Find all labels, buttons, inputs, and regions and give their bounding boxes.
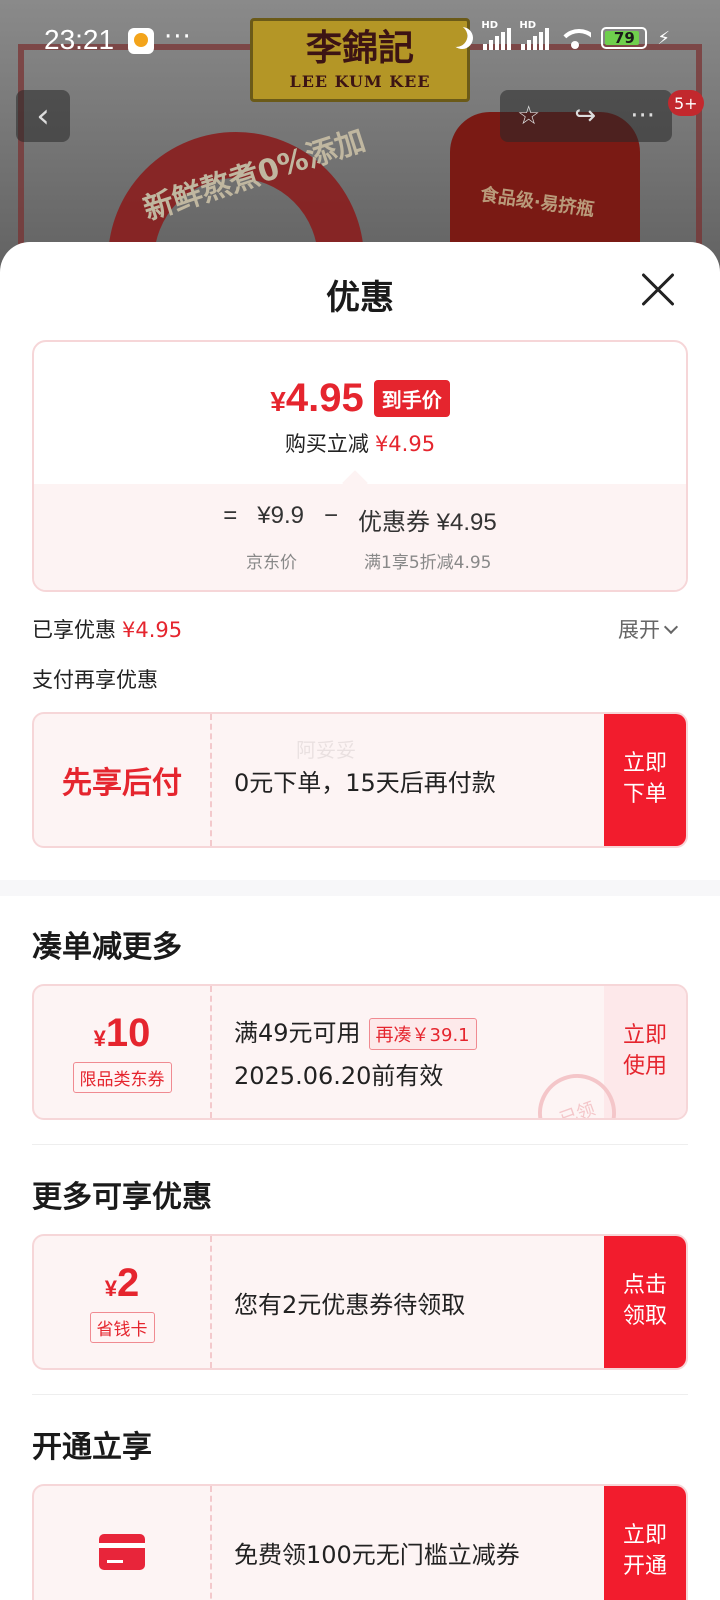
hd-label-2: HD bbox=[519, 20, 537, 31]
saver-card-offer: ¥2 省钱卡 您有2元优惠券待领取 点击 领取 bbox=[32, 1234, 688, 1370]
instant-reduction: 购买立减 ¥4.95 bbox=[284, 432, 436, 456]
price-formula: = ¥9.9 − 优惠券 ¥4.95 京东价 满1享5折减4.95 bbox=[34, 484, 686, 590]
final-price-tag: 到手价 bbox=[373, 380, 450, 417]
saver-card-tag: 省钱卡 bbox=[89, 1312, 155, 1343]
section-separator bbox=[0, 880, 720, 896]
do-not-disturb-icon bbox=[448, 24, 476, 52]
share-icon[interactable]: ↪ bbox=[574, 101, 596, 131]
coupon-type-tag: 限品类东券 bbox=[72, 1062, 172, 1093]
coupon-rule: 满1享5折减4.95 bbox=[364, 553, 492, 573]
equals-sign: = bbox=[223, 502, 238, 529]
coupon-discount: 优惠券 ¥4.95 bbox=[358, 509, 497, 536]
back-button[interactable]: ‹ bbox=[16, 90, 70, 142]
coupon-amount: ¥10 bbox=[93, 1011, 151, 1055]
enjoyed-discount: 已享优惠 ¥4.95 bbox=[32, 618, 183, 642]
activate-button[interactable]: 立即 开通 bbox=[604, 1486, 686, 1600]
message-badge: 5+ bbox=[668, 90, 704, 116]
saver-amount: ¥2 bbox=[104, 1261, 140, 1305]
add-more-tag: 再凑￥39.1 bbox=[368, 1018, 477, 1050]
close-icon[interactable] bbox=[640, 272, 676, 308]
more-notifications-icon: ··· bbox=[164, 22, 192, 52]
bnpl-offer: 先享后付 阿妥妥 0元下单，15天后再付款 立即 下单 bbox=[32, 712, 688, 848]
divider bbox=[32, 1144, 688, 1145]
bnpl-title: 先享后付 bbox=[62, 766, 182, 801]
activate-offer: 免费领100元无门槛立减券 立即 开通 bbox=[32, 1484, 688, 1600]
order-now-button[interactable]: 立即 下单 bbox=[604, 714, 686, 846]
clock: 23:21 bbox=[44, 24, 115, 55]
price-summary-card: ¥4.95 到手价 购买立减 ¥4.95 = ¥9.9 − 优惠券 ¥4.95 京… bbox=[32, 340, 688, 592]
battery-level: 79 bbox=[613, 29, 635, 47]
section-title-more: 更多可享优惠 bbox=[32, 1180, 212, 1215]
jd-price: ¥9.9 bbox=[257, 502, 304, 529]
wifi-icon bbox=[559, 27, 592, 49]
section-title-bundle: 凑单减更多 bbox=[32, 930, 182, 965]
final-price: ¥4.95 bbox=[270, 376, 364, 420]
activate-text: 免费领100元无门槛立减券 bbox=[234, 1540, 520, 1569]
saver-text: 您有2元优惠券待领取 bbox=[234, 1290, 466, 1319]
card-icon bbox=[99, 1534, 145, 1570]
hd-label: HD bbox=[481, 20, 499, 31]
charging-icon: ⚡ bbox=[657, 27, 670, 49]
signal-icon-2: HD bbox=[519, 20, 550, 50]
status-bar: 23:21 ··· HD HD 79 ⚡ bbox=[0, 0, 720, 84]
watermark: 阿妥妥 bbox=[296, 738, 356, 762]
discount-sheet: 优惠 ¥4.95 到手价 购买立减 ¥4.95 = ¥9.9 − 优惠券 ¥4.9… bbox=[0, 242, 720, 1600]
sheet-title: 优惠 bbox=[326, 278, 394, 318]
pay-more-label: 支付再享优惠 bbox=[32, 668, 158, 692]
chevron-down-icon bbox=[663, 619, 679, 635]
section-title-activate: 开通立享 bbox=[32, 1430, 152, 1465]
use-now-button[interactable]: 立即 使用 bbox=[604, 986, 686, 1118]
bnpl-text: 0元下单，15天后再付款 bbox=[234, 768, 496, 797]
coupon-condition: 满49元可用 bbox=[234, 1019, 361, 1047]
battery-icon: 79 bbox=[601, 27, 648, 49]
divider bbox=[32, 1394, 688, 1395]
minus-sign: − bbox=[323, 502, 338, 529]
jd-price-label: 京东价 bbox=[246, 553, 297, 573]
claim-button[interactable]: 点击 领取 bbox=[604, 1236, 686, 1368]
coupon-card: ¥10 限品类东券 满49元可用 再凑￥39.1 2025.06.20前有效 已领… bbox=[32, 984, 688, 1120]
app-notification-icon bbox=[128, 28, 154, 54]
more-menu-icon[interactable]: ··· bbox=[630, 101, 655, 131]
signal-icon: HD bbox=[481, 20, 512, 50]
nav-toolbar: ☆ ↪ ··· bbox=[500, 90, 672, 142]
favorite-star-icon[interactable]: ☆ bbox=[517, 101, 540, 131]
expand-button[interactable]: 展开 bbox=[618, 614, 679, 644]
